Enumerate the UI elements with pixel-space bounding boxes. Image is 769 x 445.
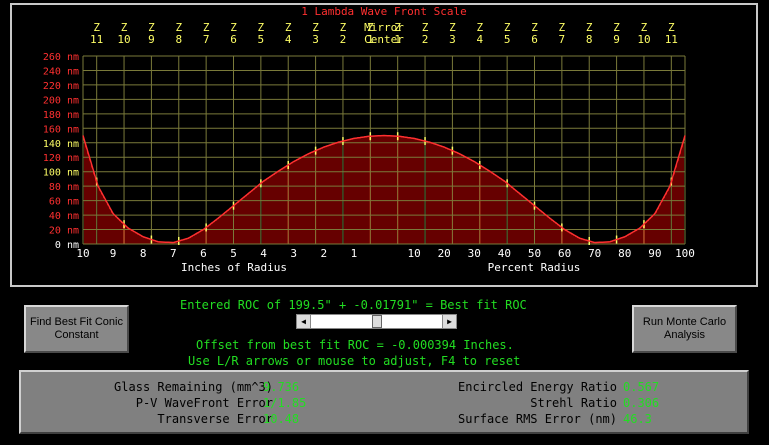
glass-remaining-value: 9.736 (263, 380, 300, 394)
x-tick-label-percent: 30 (468, 247, 481, 260)
center-label: Center (364, 33, 404, 46)
y-tick-label: 60 nm (49, 197, 79, 208)
stats-panel: Glass Remaining (mm^3) 9.736 P-V WaveFro… (19, 370, 749, 434)
x-tick-label-inches: 7 (170, 247, 177, 260)
x-tick-label-percent: 100 (675, 247, 695, 260)
x-tick-label-percent: 80 (618, 247, 631, 260)
roc-offset-text: Offset from best fit ROC = -0.000394 Inc… (196, 338, 514, 352)
x-tick-label-inches: 2 (320, 247, 327, 260)
y-tick-label: 80 nm (49, 182, 79, 193)
x-tick-label-percent: 20 (438, 247, 451, 260)
zone-number-label: 2 (422, 33, 429, 46)
x-axis-label-inches: Inches of Radius (181, 261, 287, 274)
zone-number-label: 10 (637, 33, 650, 46)
entered-roc-text: Entered ROC of 199.5" + -0.01791" = Best… (180, 298, 527, 312)
x-tick-label-percent: 70 (588, 247, 601, 260)
chart-title: 1 Lambda Wave Front Scale (301, 5, 467, 18)
zone-number-label: 5 (504, 33, 511, 46)
zone-number-label: 5 (258, 33, 265, 46)
y-tick-label: 160 nm (43, 124, 79, 135)
find-best-fit-conic-button[interactable]: Find Best Fit Conic Constant (24, 305, 129, 353)
transverse-error-label: Transverse Error (157, 412, 273, 426)
x-tick-label-percent: 90 (648, 247, 661, 260)
zone-number-label: 11 (665, 33, 678, 46)
y-tick-label: 120 nm (43, 153, 79, 164)
glass-remaining-label: Glass Remaining (mm^3) (114, 380, 273, 394)
y-tick-label: 140 nm (43, 139, 79, 150)
x-tick-label-inches: 6 (200, 247, 207, 260)
transverse-error-value: 10.48 (263, 412, 300, 426)
y-tick-label: 220 nm (43, 81, 79, 92)
zone-number-label: 3 (449, 33, 456, 46)
x-tick-label-inches: 3 (290, 247, 297, 260)
surface-rms-label: Surface RMS Error (nm) (458, 412, 617, 426)
y-tick-label: 40 nm (49, 211, 79, 222)
x-tick-label-inches: 9 (110, 247, 117, 260)
zone-number-label: 8 (586, 33, 593, 46)
x-tick-label-percent: 10 (407, 247, 420, 260)
x-tick-label-percent: 50 (528, 247, 541, 260)
x-tick-label-inches: 1 (351, 247, 358, 260)
zone-number-label: 6 (230, 33, 237, 46)
zone-number-label: 4 (476, 33, 483, 46)
run-monte-carlo-button[interactable]: Run Monte Carlo Analysis (632, 305, 737, 353)
pv-wavefront-value: 1/1.85 (263, 396, 307, 410)
x-tick-label-inches: 5 (230, 247, 237, 260)
slider-right-arrow-icon[interactable]: ▶ (442, 315, 456, 328)
encircled-energy-value: 0.567 (623, 380, 660, 394)
zone-number-label: 9 (613, 33, 620, 46)
zone-number-label: 10 (117, 33, 130, 46)
strehl-ratio-label: Strehl Ratio (530, 396, 617, 410)
adjust-help-text: Use L/R arrows or mouse to adjust, F4 to… (188, 354, 521, 368)
strehl-ratio-value: 0.306 (623, 396, 660, 410)
x-tick-label-percent: 60 (558, 247, 571, 260)
zone-number-label: 7 (559, 33, 566, 46)
y-tick-label: 100 nm (43, 168, 79, 179)
zone-number-label: 9 (148, 33, 155, 46)
x-axis-label-percent: Percent Radius (488, 261, 581, 274)
wavefront-curve (82, 134, 686, 244)
zone-number-label: 6 (531, 33, 538, 46)
x-tick-label-inches: 4 (260, 247, 267, 260)
y-tick-label: 20 nm (49, 226, 79, 237)
zone-number-label: 3 (312, 33, 319, 46)
zone-number-label: 7 (203, 33, 210, 46)
surface-rms-value: 46.3 (623, 412, 652, 426)
x-tick-label-inches: 10 (76, 247, 89, 260)
pv-wavefront-label: P-V WaveFront Error (135, 396, 273, 410)
zone-number-label: 8 (175, 33, 182, 46)
roc-adjust-slider[interactable]: ◀ ▶ (296, 314, 457, 329)
wavefront-chart: 0 nm 20 nm 40 nm 60 nm 80 nm 100 nm 120 nm 140 … (43, 5, 695, 274)
y-tick-label: 0 nm (55, 240, 79, 251)
slider-left-arrow-icon[interactable]: ◀ (297, 315, 311, 328)
x-tick-label-percent: 40 (498, 247, 511, 260)
y-tick-label: 200 nm (43, 95, 79, 106)
y-tick-label: 180 nm (43, 110, 79, 121)
x-tick-label-inches: 8 (140, 247, 147, 260)
zone-number-label: 4 (285, 33, 292, 46)
zone-number-label: 11 (90, 33, 103, 46)
slider-thumb[interactable] (371, 315, 382, 328)
y-tick-label: 240 nm (43, 66, 79, 77)
encircled-energy-label: Encircled Energy Ratio (458, 380, 617, 394)
y-tick-label: 260 nm (43, 52, 79, 63)
zone-number-label: 2 (340, 33, 347, 46)
